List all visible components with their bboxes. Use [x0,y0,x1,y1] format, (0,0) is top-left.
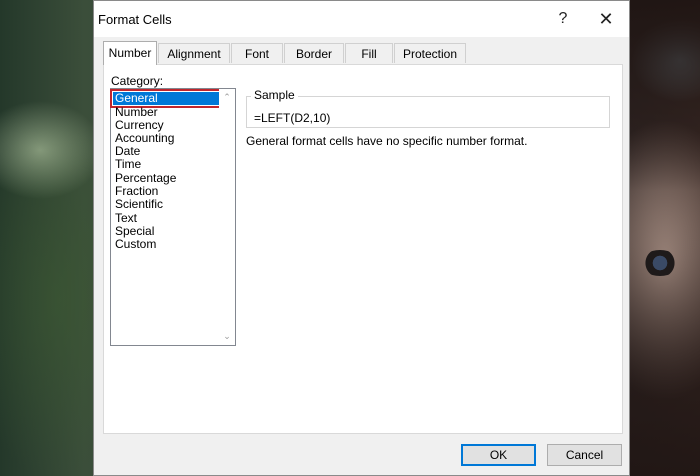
category-item-time[interactable]: Time [115,158,141,171]
help-button[interactable]: ? [545,7,581,31]
sample-label: Sample [251,88,298,102]
tab-number[interactable]: Number [103,41,157,65]
background-photo-eye [640,250,680,276]
ok-button[interactable]: OK [461,444,536,466]
format-cells-dialog: Format Cells ? ✕ Number Alignment Font B… [93,0,630,476]
number-tab-panel: Category: General Number Currency Accoun… [103,64,623,434]
sample-value: =LEFT(D2,10) [254,111,331,125]
category-item-general[interactable]: General [110,89,222,108]
category-item-custom[interactable]: Custom [115,238,156,251]
tab-font[interactable]: Font [231,43,283,63]
dialog-titlebar: Format Cells ? ✕ [94,1,629,37]
tab-border[interactable]: Border [284,43,344,63]
tab-alignment[interactable]: Alignment [158,43,230,63]
category-listbox[interactable]: General Number Currency Accounting Date … [110,88,236,346]
close-button[interactable]: ✕ [588,7,624,31]
format-description: General format cells have no specific nu… [246,134,528,148]
chevron-up-icon[interactable]: ⌃ [222,92,232,102]
cancel-button[interactable]: Cancel [547,444,622,466]
sample-groupbox: Sample =LEFT(D2,10) [246,88,610,128]
category-scrollbar[interactable]: ⌃ ⌄ [219,89,235,345]
tab-fill[interactable]: Fill [345,43,393,63]
category-label: Category: [111,74,164,88]
chevron-down-icon[interactable]: ⌄ [222,331,232,341]
dialog-title: Format Cells [98,12,172,27]
category-item-scientific[interactable]: Scientific [115,198,163,211]
background-photo-hair [630,0,700,476]
tab-protection[interactable]: Protection [394,43,466,63]
